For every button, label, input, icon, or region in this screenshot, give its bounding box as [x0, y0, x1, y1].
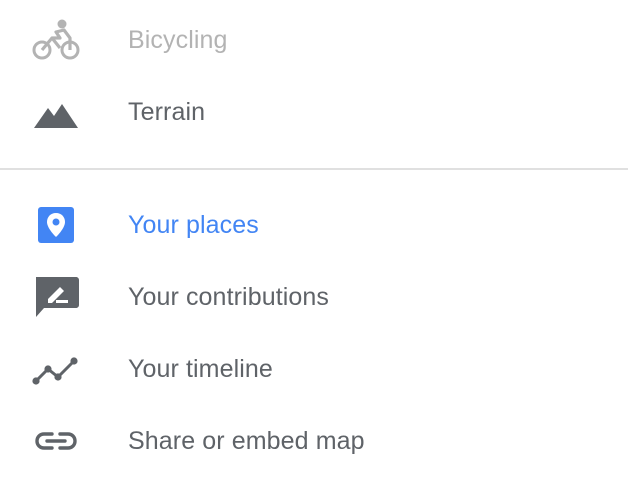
link-icon [30, 419, 82, 463]
timeline-icon [30, 347, 82, 391]
menu-item-share-or-embed-map[interactable]: Share or embed map [0, 413, 628, 469]
menu-item-bicycling[interactable]: Bicycling [0, 12, 628, 68]
menu-item-label: Share or embed map [128, 426, 365, 455]
edit-comment-icon [30, 275, 82, 319]
menu-item-your-contributions[interactable]: Your contributions [0, 269, 628, 325]
menu-item-your-timeline[interactable]: Your timeline [0, 341, 628, 397]
menu-item-your-places[interactable]: Your places [0, 197, 628, 253]
place-pin-icon [30, 203, 82, 247]
map-options-menu: Bicycling Terrain Your places Your contr… [0, 0, 628, 482]
menu-item-label: Your contributions [128, 282, 330, 311]
terrain-icon [30, 90, 82, 134]
menu-item-label: Your timeline [128, 354, 273, 383]
menu-item-label: Terrain [128, 97, 206, 126]
menu-item-label: Your places [128, 210, 259, 239]
menu-divider [0, 168, 628, 170]
menu-item-label: Bicycling [128, 25, 228, 54]
menu-item-terrain[interactable]: Terrain [0, 84, 628, 140]
bicycle-icon [30, 18, 82, 62]
